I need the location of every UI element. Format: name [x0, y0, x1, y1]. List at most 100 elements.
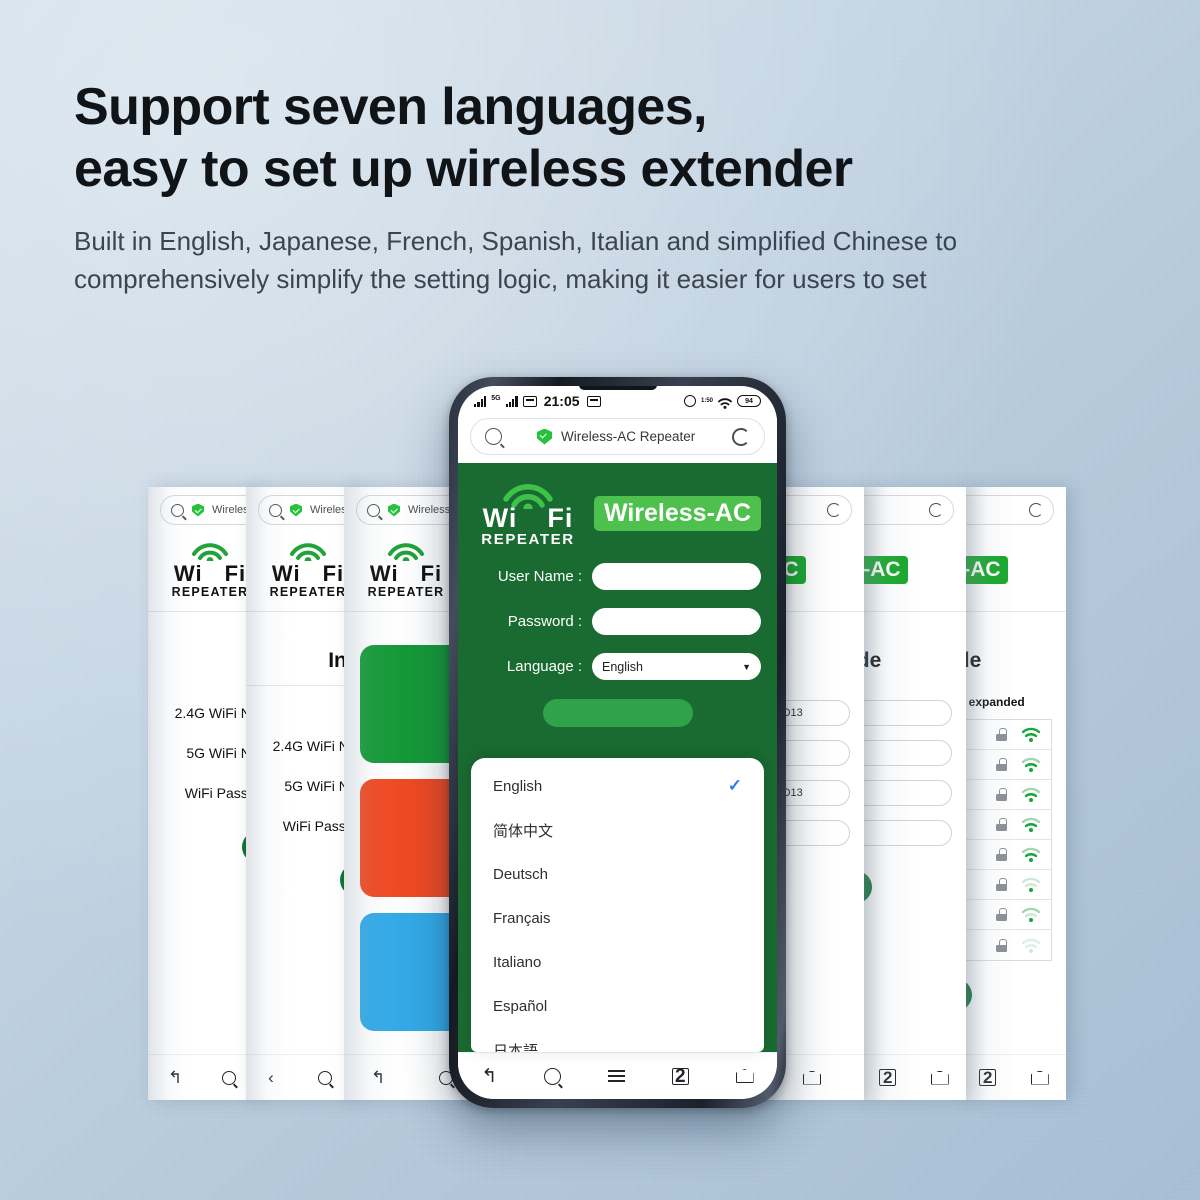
ap-list-item[interactable] [962, 930, 1051, 960]
language-option-label: Deutsch [493, 865, 549, 883]
language-option-deutsch[interactable]: Deutsch [471, 852, 764, 896]
username-label: User Name : [497, 568, 582, 585]
lock-icon [996, 878, 1007, 891]
card-5-row-1-input[interactable] [862, 740, 952, 766]
home-icon[interactable] [1030, 1070, 1049, 1085]
card-5-title: Repeater Mode [862, 649, 882, 672]
ap-list-item[interactable] [962, 870, 1051, 900]
password-input[interactable] [592, 608, 761, 635]
battery-icon: 94 [737, 395, 761, 407]
tabs-count-icon[interactable]: 2 [671, 1067, 689, 1086]
secure-shield-icon [537, 428, 552, 445]
card-5-address-pill[interactable]: Wireless-AC Repeater [862, 495, 954, 525]
app-logo-repeater-text: REPEATER [481, 531, 575, 548]
language-option-japanese[interactable]: 日本語 [471, 1028, 764, 1053]
home-icon[interactable] [930, 1070, 949, 1085]
battery-level-label: 94 [745, 397, 753, 405]
sim-card-icon [522, 395, 537, 407]
card-1-logo: WiFi REPEATER Wireless-AC [148, 533, 256, 605]
card-5-browser-bar: Wireless-AC Repeater [862, 487, 966, 533]
search-icon [367, 503, 380, 517]
language-dropdown-sheet: English ✓ 简体中文 Deutsch Français Italiano… [471, 758, 764, 1052]
username-input[interactable] [592, 563, 761, 590]
card-6-address-pill[interactable]: Wireless-AC Repeater [962, 495, 1054, 525]
wifi-wave-icon [503, 484, 553, 509]
language-option-english[interactable]: English ✓ [471, 764, 764, 808]
ap-list-item[interactable] [962, 900, 1051, 930]
card-1-section-label: Mode [148, 612, 256, 631]
search-icon[interactable] [544, 1067, 562, 1085]
card-6-android-nav: 2 [962, 1054, 1066, 1100]
card-1-android-nav: ↰ [148, 1054, 256, 1100]
alarm-time-label: 1:50 [700, 398, 713, 404]
background-card-5: Wireless-AC Repeater WiFi REPEATER Wirel… [862, 487, 966, 1100]
card-1-row-2-label: WiFi Password: [184, 785, 256, 801]
wifi-signal-icon [1021, 787, 1041, 802]
card-6-title: Repeater Mode [962, 649, 982, 672]
language-row: Language : English ▼ [458, 644, 777, 689]
card-5-row-2: Extender Name: Extender [862, 773, 966, 813]
username-row: User Name : [458, 554, 777, 599]
background-card-6: Wireless-AC Repeater WiFi REPEATER Wirel… [962, 487, 1066, 1100]
tabs-count-icon[interactable]: 2 [879, 1069, 897, 1086]
card-1-address-pill[interactable]: Wireless-AC Repeater [160, 495, 256, 525]
card-1-row-0-label: 2.4G WiFi Name: [174, 705, 256, 721]
home-icon[interactable] [735, 1069, 754, 1083]
back-icon[interactable]: ↰ [371, 1069, 385, 1086]
background-card-2: Wireless-AC Repeater WiFi REPEATER Wirel… [246, 487, 354, 1100]
card-2-address-pill[interactable]: Wireless-AC Repeater [258, 495, 354, 525]
lock-icon [996, 938, 1007, 952]
card-3-logo-mark: Wi Fi REPEATER [354, 541, 458, 599]
wifi-wave-icon [290, 543, 326, 561]
login-button[interactable] [542, 699, 693, 727]
card-5-logo: WiFi REPEATER Wireless-AC [862, 533, 966, 605]
language-option-simplified-chinese[interactable]: 简体中文 [471, 808, 764, 852]
card-6-logo: WiFi REPEATER Wireless-AC [962, 533, 1066, 605]
reload-icon[interactable] [732, 427, 750, 446]
back-icon[interactable]: ↰ [168, 1069, 182, 1086]
ap-list-item[interactable] [962, 780, 1051, 810]
page-title: Support seven languages, easy to set up … [74, 76, 1134, 200]
search-icon[interactable] [222, 1070, 237, 1085]
reload-icon[interactable] [929, 503, 943, 517]
screenshot-icon [586, 395, 601, 407]
card-5-row-0-input[interactable] [862, 700, 952, 726]
card-5-row-2-input[interactable]: Extender [862, 780, 952, 806]
search-icon[interactable] [485, 428, 502, 445]
card-5-badge: Wireless-AC [862, 556, 908, 584]
status-bar-left: 5G 21:05 [474, 393, 601, 409]
chevron-left-icon[interactable]: ‹ [268, 1069, 274, 1086]
card-3-repeater-text: REPEATER [367, 585, 445, 599]
menu-icon[interactable] [607, 1070, 625, 1082]
reload-icon[interactable] [827, 503, 841, 517]
home-icon[interactable] [803, 1070, 821, 1085]
language-option-espanol[interactable]: Español [471, 984, 764, 1028]
language-select[interactable]: English ▼ [592, 653, 761, 680]
tabs-count-icon[interactable]: 2 [979, 1069, 997, 1086]
language-option-label: Français [493, 909, 551, 927]
back-icon[interactable]: ↰ [481, 1067, 497, 1086]
ap-list-item[interactable] [962, 720, 1051, 750]
card-5-page: Wireless-AC Repeater WiFi REPEATER Wirel… [862, 487, 966, 1100]
language-option-label: Español [493, 997, 548, 1015]
language-option-italiano[interactable]: Italiano [471, 940, 764, 984]
lock-icon [996, 818, 1007, 831]
lock-icon [996, 848, 1007, 861]
secure-shield-icon [192, 503, 204, 517]
ap-list-item[interactable] [962, 810, 1051, 840]
phone-address-bar[interactable]: Wireless-AC Repeater [470, 418, 765, 455]
card-2-section-label: Mode [246, 612, 354, 631]
chevron-down-icon: ▼ [742, 661, 751, 672]
ap-list-item[interactable] [962, 840, 1051, 870]
search-icon[interactable] [317, 1070, 332, 1085]
card-6-browser-bar: Wireless-AC Repeater [962, 487, 1066, 533]
card-5-row-3-input[interactable] [862, 820, 952, 846]
card-2-logo-mark: Wi Fi REPEATER [256, 541, 354, 599]
phone-screen: 5G 21:05 1:50 94 Wireless-AC Repeater Wi… [458, 386, 777, 1099]
reload-icon[interactable] [1029, 503, 1043, 517]
card-2-row-0-label: 2.4G WiFi Name: [272, 738, 354, 754]
language-option-francais[interactable]: Français [471, 896, 764, 940]
secure-shield-icon [290, 503, 302, 517]
ap-list-item[interactable] [962, 750, 1051, 780]
wifi-wave-icon [388, 543, 424, 561]
